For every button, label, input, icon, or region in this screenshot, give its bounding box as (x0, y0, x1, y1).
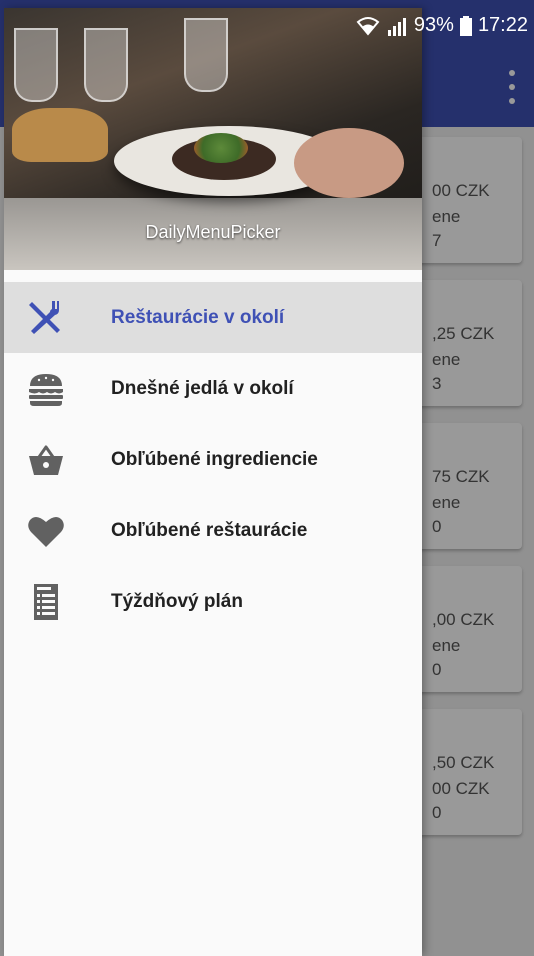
nav-item-weekly-plan[interactable]: Týždňový plán (4, 566, 422, 637)
basket-icon (26, 440, 66, 480)
menu-list-icon (26, 582, 66, 622)
fork-knife-icon (26, 298, 66, 338)
battery-icon (459, 15, 472, 36)
navigation-drawer: DailyMenuPicker Reštaurácie v okolí Dneš… (4, 8, 422, 956)
drawer-menu: Reštaurácie v okolí Dnešné jedlá v okolí (4, 282, 422, 637)
drawer-header-image: DailyMenuPicker (4, 8, 422, 270)
signal-icon (387, 17, 406, 36)
nav-item-todays-meals[interactable]: Dnešné jedlá v okolí (4, 353, 422, 424)
bread-shape (12, 108, 108, 162)
nav-item-label: Reštaurácie v okolí (111, 306, 285, 328)
nav-item-favorite-ingredients[interactable]: Obľúbené ingrediencie (4, 424, 422, 495)
nav-item-label: Obľúbené reštaurácie (111, 519, 308, 541)
nav-item-favorite-restaurants[interactable]: Obľúbené reštaurácie (4, 495, 422, 566)
nav-item-label: Obľúbené ingrediencie (111, 448, 318, 470)
food-shape (194, 133, 248, 163)
nav-item-label: Dnešné jedlá v okolí (111, 377, 294, 399)
nav-item-label: Týždňový plán (111, 590, 243, 612)
heart-icon (26, 511, 66, 551)
nav-item-restaurants-nearby[interactable]: Reštaurácie v okolí (4, 282, 422, 353)
wifi-icon (356, 16, 380, 36)
clock: 17:22 (477, 14, 528, 36)
status-icons: 93% 17:22 (356, 14, 528, 37)
status-bar: 93% 17:22 (0, 0, 534, 44)
burger-icon (26, 369, 66, 409)
hand-shape (294, 128, 404, 198)
battery-percentage: 93% (413, 14, 454, 36)
drawer-app-title: DailyMenuPicker (145, 222, 281, 242)
